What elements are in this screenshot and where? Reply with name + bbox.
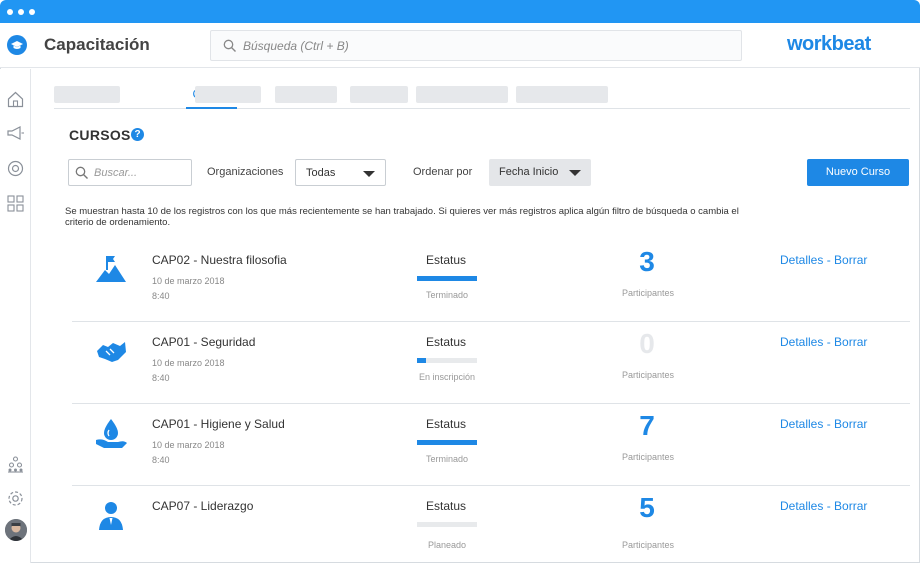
tab-placeholder[interactable] xyxy=(275,86,337,103)
tab-placeholder[interactable] xyxy=(54,86,120,103)
course-search-input[interactable]: Buscar... xyxy=(68,159,192,186)
new-course-button[interactable]: Nuevo Curso xyxy=(807,159,909,186)
window-dot[interactable] xyxy=(7,9,13,15)
course-actions-links[interactable]: Detalles - Borrar xyxy=(780,253,867,267)
course-time: 8:40 xyxy=(152,373,170,383)
organizations-select[interactable]: Todas xyxy=(295,159,386,186)
search-placeholder: Búsqueda (Ctrl + B) xyxy=(243,39,349,53)
course-row: CAP07 - Liderazgo Estatus Planeado 5 Par… xyxy=(72,486,910,563)
participants-label: Participantes xyxy=(621,288,675,298)
search-icon xyxy=(75,166,89,185)
status-text: En inscripción xyxy=(418,372,476,382)
graduation-cap-icon[interactable] xyxy=(7,35,27,55)
megaphone-icon[interactable] xyxy=(6,124,25,143)
leader-icon xyxy=(94,498,128,532)
tab-bar: Cursos xyxy=(54,84,910,109)
tab-placeholder[interactable] xyxy=(350,86,408,103)
participants-count: 3 xyxy=(639,246,655,277)
apps-grid-icon[interactable] xyxy=(6,194,25,213)
course-title: CAP01 - Seguridad xyxy=(152,335,256,349)
tab-placeholder[interactable] xyxy=(195,86,261,103)
status-label: Estatus xyxy=(425,499,467,513)
course-actions-links[interactable]: Detalles - Borrar xyxy=(780,417,867,431)
handshake-icon xyxy=(94,334,128,368)
help-icon[interactable]: ? xyxy=(131,128,144,141)
course-row: CAP02 - Nuestra filosofia 10 de marzo 20… xyxy=(72,240,910,322)
participants-label: Participantes xyxy=(621,540,675,550)
chevron-down-icon xyxy=(569,170,581,176)
course-date: 10 de marzo 2018 xyxy=(152,358,225,368)
global-search-input[interactable]: Búsqueda (Ctrl + B) xyxy=(210,30,742,61)
tab-placeholder[interactable] xyxy=(416,86,508,103)
sort-value: Fecha Inicio xyxy=(499,166,559,178)
sort-select[interactable]: Fecha Inicio xyxy=(489,159,591,186)
participants-count: 5 xyxy=(639,492,655,523)
course-title: CAP01 - Higiene y Salud xyxy=(152,417,285,431)
course-actions-links[interactable]: Detalles - Borrar xyxy=(780,499,867,513)
course-row: CAP01 - Seguridad 10 de marzo 2018 8:40 … xyxy=(72,322,910,404)
org-chart-icon[interactable] xyxy=(6,455,25,474)
course-row: CAP01 - Higiene y Salud 10 de marzo 2018… xyxy=(72,404,910,486)
page-title: CURSOS xyxy=(69,127,131,143)
progress-fill xyxy=(417,440,477,445)
participants-count: 7 xyxy=(639,410,655,441)
window-titlebar xyxy=(0,0,920,23)
status-progress-bar xyxy=(417,358,477,363)
search-placeholder: Buscar... xyxy=(94,167,137,179)
course-date: 10 de marzo 2018 xyxy=(152,276,225,286)
status-text: Terminado xyxy=(425,290,469,300)
status-text: Planeado xyxy=(427,540,467,550)
home-icon[interactable] xyxy=(6,90,25,109)
participants-count: 0 xyxy=(639,328,655,359)
organizations-value: Todas xyxy=(306,167,336,179)
sidebar xyxy=(0,69,31,563)
chevron-down-icon xyxy=(363,171,375,177)
status-progress-bar xyxy=(417,276,477,281)
water-drop-hand-icon xyxy=(94,416,128,450)
participants-label: Participantes xyxy=(621,452,675,462)
brand-logo: workbeat xyxy=(787,33,871,55)
window-dot[interactable] xyxy=(18,9,24,15)
status-progress-bar xyxy=(417,440,477,445)
status-label: Estatus xyxy=(425,253,467,267)
participants-label: Participantes xyxy=(621,370,675,380)
app-title: Capacitación xyxy=(44,35,150,54)
course-time: 8:40 xyxy=(152,291,170,301)
top-bar: Capacitación Búsqueda (Ctrl + B) workbea… xyxy=(0,23,920,68)
window-dot[interactable] xyxy=(29,9,35,15)
status-label: Estatus xyxy=(425,335,467,349)
avatar[interactable] xyxy=(5,519,27,541)
course-actions-links[interactable]: Detalles - Borrar xyxy=(780,335,867,349)
status-progress-bar xyxy=(417,522,477,527)
organizations-label: Organizaciones xyxy=(207,166,284,178)
support-icon[interactable] xyxy=(6,159,25,178)
settings-gear-icon[interactable] xyxy=(6,489,25,508)
status-text: Terminado xyxy=(425,454,469,464)
progress-fill xyxy=(417,358,426,363)
mountain-flag-icon xyxy=(94,252,128,286)
course-title: CAP07 - Liderazgo xyxy=(152,499,254,513)
search-icon xyxy=(223,39,237,58)
course-time: 8:40 xyxy=(152,455,170,465)
tab-placeholder[interactable] xyxy=(516,86,608,103)
course-date: 10 de marzo 2018 xyxy=(152,440,225,450)
records-notice: Se muestran hasta 10 de los registros co… xyxy=(65,206,739,228)
course-title: CAP02 - Nuestra filosofia xyxy=(152,253,287,267)
progress-fill xyxy=(417,276,477,281)
status-label: Estatus xyxy=(425,417,467,431)
sort-label: Ordenar por xyxy=(413,166,473,178)
